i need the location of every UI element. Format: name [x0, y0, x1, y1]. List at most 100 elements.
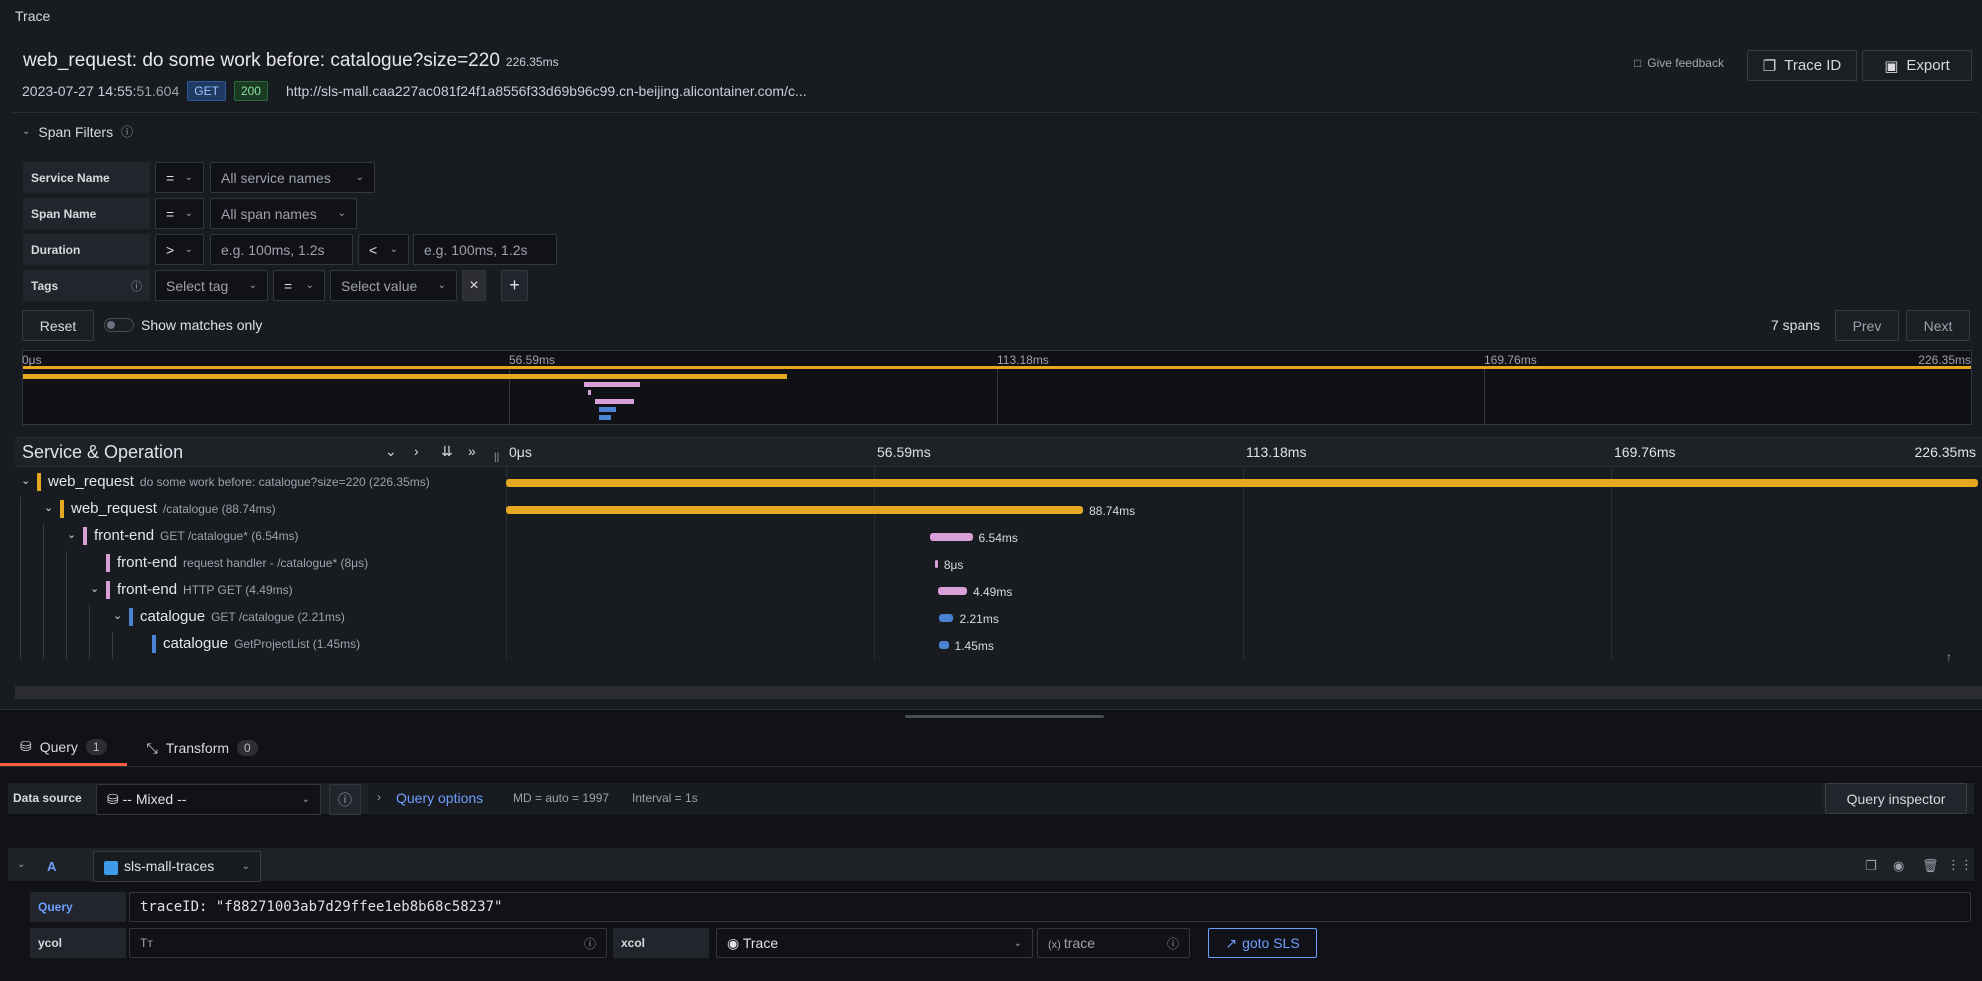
duration-min-op-select[interactable]: > ⌄ [155, 234, 204, 265]
query-ref-id[interactable]: A [47, 859, 56, 874]
ycol-input[interactable]: Tт ⓘ [129, 928, 607, 958]
minimap-span-bar [23, 366, 1971, 369]
span-placeholder: All span names [221, 205, 317, 222]
span-bar[interactable] [506, 479, 1978, 487]
help-icon: ⓘ [1166, 936, 1179, 951]
eye-icon[interactable]: ◉ [1893, 858, 1904, 874]
horizontal-scrollbar[interactable] [15, 686, 1982, 699]
span-op-select[interactable]: = ⌄ [155, 198, 204, 229]
add-tag-button[interactable]: + [501, 270, 528, 301]
column-resizer-handle[interactable]: || [494, 452, 499, 463]
chevron-right-icon: › [377, 790, 381, 804]
span-bar[interactable] [930, 533, 973, 541]
minimap-tick-label: 226.35ms [1918, 353, 1971, 367]
span-duration-label: 8μs [943, 558, 964, 572]
tree-guide-line [20, 551, 21, 578]
tree-guide-line [20, 524, 21, 551]
span-name[interactable]: front-end request handler - /catalogue* (… [117, 554, 368, 571]
trash-icon[interactable]: 🗑 [1922, 858, 1939, 874]
trace-id-button[interactable]: ❐ Trace ID [1747, 50, 1857, 81]
duplicate-query-icon[interactable]: ❐ [1865, 858, 1877, 874]
prev-button[interactable]: Prev [1835, 310, 1899, 341]
ycol-placeholder: Tт [140, 936, 153, 950]
scroll-top-icon[interactable]: ↑ [1946, 650, 1952, 664]
export-button[interactable]: ▣ Export [1862, 50, 1972, 81]
trace-duration: 226.35ms [505, 55, 559, 69]
tag-op-select[interactable]: = ⌄ [273, 270, 325, 301]
span-bar[interactable] [939, 641, 949, 649]
span-service: web_request [71, 500, 157, 517]
data-source-picker[interactable]: ⛁ -- Mixed -- ⌄ [96, 784, 321, 815]
trace-input[interactable]: (x) trace ⓘ [1037, 928, 1190, 958]
span-name[interactable]: web_request/catalogue (88.74ms) [71, 500, 276, 517]
panel-resize-handle[interactable] [905, 715, 1104, 718]
expand-all-icon[interactable]: ⇊ [441, 443, 453, 460]
help-button[interactable]: ⓘ [329, 784, 361, 815]
chevron-down-icon[interactable]: ⌄ [90, 582, 99, 595]
span-name[interactable]: front-end GET /catalogue* (6.54ms) [94, 527, 299, 544]
give-feedback-link[interactable]: □ Give feedback [1634, 56, 1724, 70]
external-link-icon: ↗ [1225, 934, 1238, 951]
span-operation: request handler - /catalogue* (8μs) [183, 556, 369, 570]
service-color-accent [129, 608, 133, 626]
tree-guide-line [43, 524, 44, 551]
duration-max-input[interactable]: e.g. 100ms, 1.2s [413, 234, 557, 265]
tabs-divider [0, 766, 1982, 767]
status-badge: 200 [233, 81, 268, 101]
reset-button[interactable]: Reset [22, 310, 94, 341]
chevron-down-icon[interactable]: ⌄ [67, 528, 76, 541]
query-datasource-picker[interactable]: sls-mall-traces ⌄ [93, 851, 261, 882]
query-inspector-button[interactable]: Query inspector [1825, 783, 1967, 814]
tab-query[interactable]: ⛁ Query 1 [0, 730, 127, 766]
query-options-label[interactable]: Query options [396, 790, 483, 806]
duration-min-input[interactable]: e.g. 100ms, 1.2s [210, 234, 353, 265]
tag-select[interactable]: Select tag ⌄ [155, 270, 268, 301]
trace-name: web_request: do some work before: catalo… [23, 50, 500, 71]
tag-value-select[interactable]: Select value ⌄ [330, 270, 457, 301]
chevron-down-icon: ⌄ [337, 208, 346, 219]
chevron-down-icon[interactable]: ⌄ [113, 609, 122, 622]
span-name-select[interactable]: All span names ⌄ [210, 198, 357, 229]
chevron-down-icon: ⌄ [241, 861, 250, 872]
timestamp-sub: 51.604 [136, 83, 180, 99]
span-service: catalogue [140, 608, 206, 625]
span-duration-label: 4.49ms [973, 585, 1013, 599]
chevron-down-icon: ⌄ [184, 172, 193, 183]
remove-tag-button[interactable]: × [462, 270, 486, 301]
span-bar[interactable] [506, 506, 1084, 514]
show-matches-label: Show matches only [141, 317, 263, 333]
service-name-select[interactable]: All service names ⌄ [210, 162, 375, 193]
chevron-down-icon[interactable]: ⌄ [21, 474, 30, 487]
span-bar[interactable] [935, 560, 938, 568]
chevron-down-icon[interactable]: ⌄ [17, 859, 25, 870]
span-filters-title: Span Filters [38, 123, 114, 140]
span-name[interactable]: catalogue GET /catalogue (2.21ms) [140, 608, 345, 625]
tree-guide-line [66, 632, 67, 659]
minimap-tick-label: 0μs [22, 353, 42, 367]
expand-one-icon[interactable]: › [414, 443, 419, 459]
service-op-select[interactable]: = ⌄ [155, 162, 204, 193]
drag-handle-icon[interactable]: ⋮⋮ [1947, 857, 1973, 873]
minimap-gridline [997, 366, 998, 424]
next-button[interactable]: Next [1906, 310, 1970, 341]
tag-placeholder: Select tag [166, 277, 229, 294]
expand-more-icon[interactable]: » [468, 443, 476, 459]
duration-max-op-select[interactable]: < ⌄ [358, 234, 409, 265]
collapse-all-icon[interactable]: ⌄ [385, 443, 397, 460]
tab-transform-count: 0 [237, 740, 258, 756]
span-bar[interactable] [937, 587, 967, 595]
span-name[interactable]: web_request do some work before: catalogu… [48, 473, 430, 490]
tree-guide-line [89, 632, 90, 659]
xcol-select[interactable]: ◉ Trace ⌄ [716, 928, 1033, 958]
span-filters-toggle[interactable]: ⌄ Span Filters ⓘ [22, 123, 133, 140]
chevron-down-icon[interactable]: ⌄ [44, 501, 53, 514]
goto-sls-button[interactable]: ↗ goto SLS [1208, 928, 1317, 958]
show-matches-toggle[interactable] [104, 318, 134, 332]
service-placeholder: All service names [221, 169, 331, 186]
tab-transform[interactable]: ⤡ Transform 0 [127, 730, 278, 766]
query-input[interactable]: traceID: "f88271003ab7d29ffee1eb8b68c582… [129, 892, 1971, 922]
span-bar[interactable] [939, 614, 954, 622]
span-name[interactable]: catalogue GetProjectList (1.45ms) [163, 635, 360, 652]
trace-url: http://sls-mall.caa227ac081f24f1a8556f33… [285, 83, 807, 99]
span-name[interactable]: front-end HTTP GET (4.49ms) [117, 581, 293, 598]
